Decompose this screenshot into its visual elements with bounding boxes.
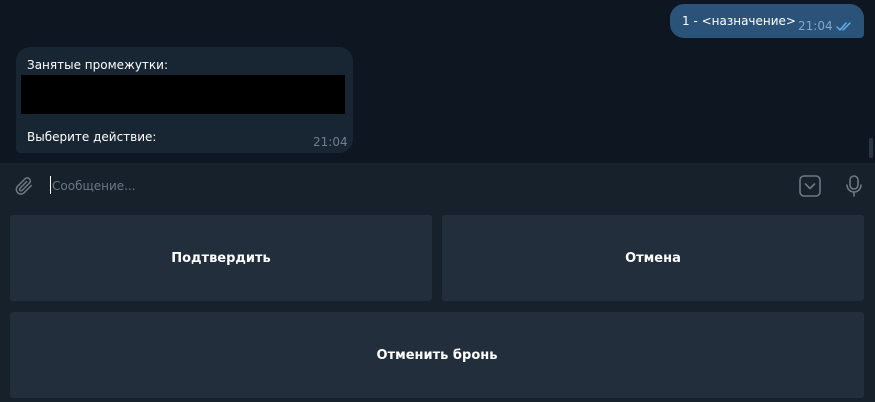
text-caret: [50, 176, 51, 194]
bot-keyboard-icon[interactable]: [798, 174, 822, 198]
message-input[interactable]: [52, 175, 772, 197]
double-check-icon: [836, 22, 851, 31]
outgoing-message[interactable]: 1 - <назначение> 21:04: [670, 4, 864, 38]
incoming-message[interactable]: Занятые промежутки: Выберите действие: 2…: [16, 47, 353, 153]
telegram-chat-window: 1 - <назначение> 21:04 Занятые промежутк…: [0, 0, 875, 402]
paperclip-icon[interactable]: [13, 175, 35, 197]
cancel-booking-button[interactable]: Отменить бронь: [10, 312, 864, 398]
cancel-button-label: Отмена: [625, 250, 681, 266]
redacted-content: [21, 75, 345, 114]
confirm-button[interactable]: Подтвердить: [10, 215, 432, 301]
bot-reply-keyboard: Подтвердить Отмена Отменить бронь: [0, 209, 875, 402]
outgoing-message-text: 1 - <назначение>: [682, 14, 796, 28]
confirm-button-label: Подтвердить: [171, 250, 271, 266]
outgoing-message-time: 21:04: [798, 19, 833, 33]
cancel-booking-button-label: Отменить бронь: [376, 347, 498, 363]
microphone-icon[interactable]: [843, 174, 865, 198]
chat-scrollbar[interactable]: [869, 138, 873, 158]
cancel-button[interactable]: Отмена: [442, 215, 864, 301]
message-list: 1 - <назначение> 21:04 Занятые промежутк…: [0, 0, 875, 163]
incoming-message-heading: Занятые промежутки:: [27, 58, 169, 72]
incoming-message-time: 21:04: [313, 135, 348, 149]
incoming-message-prompt: Выберите действие:: [27, 130, 157, 144]
message-composer: [0, 163, 875, 209]
